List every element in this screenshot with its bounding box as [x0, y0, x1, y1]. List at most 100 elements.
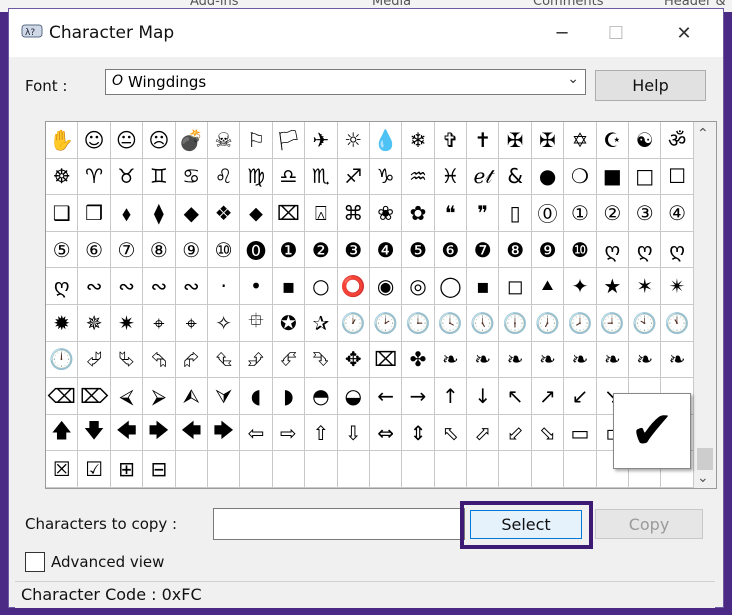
character-cell[interactable]: 🡅	[46, 414, 79, 452]
character-cell[interactable]: ✪	[272, 304, 306, 342]
character-cell[interactable]: ⌘	[337, 195, 370, 232]
character-cell[interactable]: ⇕	[402, 414, 435, 452]
character-cell[interactable]: ⑧	[143, 231, 176, 269]
character-cell[interactable]: ✡	[564, 122, 597, 159]
character-cell[interactable]: ✝	[467, 122, 500, 159]
character-cell[interactable]: ⮳	[175, 341, 208, 379]
character-cell[interactable]: ↙	[564, 378, 597, 415]
title-bar[interactable]: λ? Character Map ─ ☐ ✕	[9, 9, 723, 57]
character-cell[interactable]: ✿	[402, 195, 435, 232]
character-cell[interactable]: ⚐	[240, 122, 273, 159]
character-cell[interactable]	[402, 451, 435, 488]
character-cell[interactable]: ✥	[337, 341, 370, 379]
character-cell[interactable]: □	[629, 158, 662, 196]
character-cell[interactable]: ◯	[434, 268, 468, 305]
character-cell[interactable]: ◓	[305, 378, 338, 415]
character-cell[interactable]: ♊	[143, 158, 176, 196]
character-cell[interactable]: ✠	[531, 122, 565, 159]
character-cell[interactable]: ▪	[272, 268, 306, 305]
character-cell[interactable]: ❖	[207, 195, 241, 232]
scroll-up-icon[interactable]: ⌃	[697, 126, 709, 142]
character-cell[interactable]: ◗	[272, 378, 306, 415]
character-cell[interactable]: ⑩	[207, 231, 241, 269]
character-cell[interactable]: ⌖	[175, 304, 208, 342]
character-cell[interactable]: &	[499, 158, 532, 196]
character-cell[interactable]: ①	[564, 195, 597, 232]
character-cell[interactable]: 💧	[369, 122, 403, 159]
character-cell[interactable]: ❧	[596, 341, 630, 379]
character-cell[interactable]: ⬀	[467, 414, 500, 452]
character-cell[interactable]: ⑦	[110, 231, 144, 269]
character-cell[interactable]: ∾	[110, 268, 144, 305]
character-cell[interactable]: ⇩	[337, 414, 370, 452]
character-cell[interactable]: ❧	[661, 341, 694, 379]
character-cell[interactable]: ⯅	[531, 268, 565, 305]
character-cell[interactable]	[175, 451, 208, 488]
character-cell[interactable]: ♒	[402, 158, 435, 196]
character-cell[interactable]: ❹	[369, 231, 403, 269]
character-cell[interactable]: 🕖	[531, 304, 565, 342]
character-cell[interactable]: ❑	[46, 195, 79, 232]
character-cell[interactable]: ❾	[531, 231, 565, 269]
character-cell[interactable]: ⮙	[175, 378, 208, 415]
character-cell[interactable]: ∾	[78, 268, 111, 305]
character-cell[interactable]: ⬃	[499, 414, 532, 452]
character-cell[interactable]: ⑥	[78, 231, 111, 269]
character-cell[interactable]: ∾	[175, 268, 208, 305]
scroll-down-icon[interactable]: ⌄	[697, 470, 709, 486]
character-cell[interactable]: ❧	[531, 341, 565, 379]
character-cell[interactable]	[467, 451, 500, 488]
character-cell[interactable]: ℯ𝓉	[467, 158, 500, 196]
character-cell[interactable]: ④	[661, 195, 694, 232]
help-button[interactable]: Help	[595, 70, 706, 101]
character-cell[interactable]: ⮚	[143, 378, 176, 415]
character-cell[interactable]: ✈	[305, 122, 338, 159]
character-cell[interactable]: ❿	[564, 231, 597, 269]
character-cell[interactable]: ⇧	[305, 414, 338, 452]
character-cell[interactable]: ⌖	[143, 304, 176, 342]
character-cell[interactable]: ⬥	[240, 195, 273, 232]
character-cell[interactable]: ღ	[629, 231, 662, 269]
character-cell[interactable]	[337, 451, 370, 488]
character-cell[interactable]: ⇦	[240, 414, 273, 452]
character-cell[interactable]: ♏	[305, 158, 338, 196]
character-cell[interactable]: ✤	[402, 341, 435, 379]
character-cell[interactable]: ⭕	[337, 268, 370, 305]
character-cell[interactable]: ღ	[596, 231, 630, 269]
character-cell[interactable]: ◉	[369, 268, 403, 305]
character-cell[interactable]: ❧	[499, 341, 532, 379]
character-cell[interactable]: ♓	[434, 158, 468, 196]
character-cell[interactable]: ▭	[564, 414, 597, 452]
character-cell[interactable]: 💣	[175, 122, 208, 159]
character-cell[interactable]: 🕓	[434, 304, 468, 342]
character-cell[interactable]: ☹	[143, 122, 176, 159]
character-cell[interactable]: ☸	[46, 158, 79, 196]
character-cell[interactable]: ◒	[337, 378, 370, 415]
character-cell[interactable]: ❞	[467, 195, 500, 232]
character-cell[interactable]: 🡆	[207, 414, 241, 452]
character-cell[interactable]: 🡄	[110, 414, 144, 452]
character-cell[interactable]: ∾	[143, 268, 176, 305]
character-cell[interactable]: ♐	[337, 158, 370, 196]
characters-to-copy-field[interactable]	[213, 508, 465, 540]
character-cell[interactable]	[499, 451, 532, 488]
minimize-button[interactable]: ─	[539, 9, 585, 57]
character-cell[interactable]: ↓	[467, 378, 500, 415]
character-cell[interactable]: ●	[531, 158, 565, 196]
character-cell[interactable]: ✷	[110, 304, 144, 342]
character-cell[interactable]: ·	[207, 268, 241, 305]
character-cell[interactable]: 🕘	[596, 304, 630, 342]
character-cell[interactable]: 🡆	[143, 414, 176, 452]
character-cell[interactable]: 🕑	[369, 304, 403, 342]
character-cell[interactable]: ☑	[78, 451, 111, 488]
character-cell[interactable]: ♑	[369, 158, 403, 196]
character-cell[interactable]: ⮘	[110, 378, 144, 415]
character-cell[interactable]: ♉	[110, 158, 144, 196]
character-cell[interactable]: ✵	[78, 304, 111, 342]
character-cell[interactable]: ❀	[369, 195, 403, 232]
character-cell[interactable]: ♈	[78, 158, 111, 196]
character-cell[interactable]: ✰	[305, 304, 338, 342]
grid-scrollbar[interactable]: ⌃ ⌄	[694, 122, 716, 488]
character-cell[interactable]: ✹	[46, 304, 79, 342]
character-cell[interactable]: 😐	[110, 122, 144, 159]
